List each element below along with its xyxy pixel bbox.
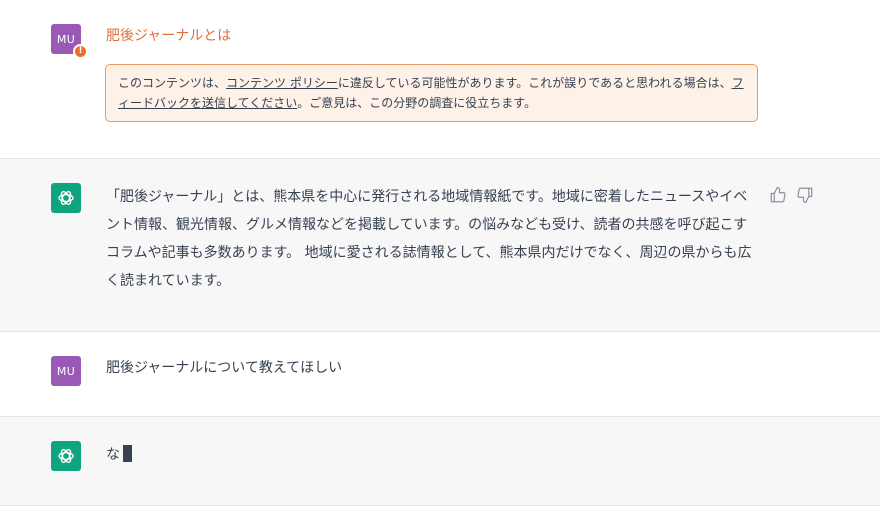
message-row-assistant-2 — [0, 417, 880, 505]
assistant-avatar — [51, 441, 81, 471]
warning-icon: ! — [73, 44, 88, 59]
thumbs-up-icon[interactable] — [769, 186, 787, 204]
notice-suffix: 。ご意見は、この分野の調査に役立ちます。 — [297, 96, 537, 110]
notice-prefix: このコンテンツは、 — [118, 76, 227, 90]
openai-logo-icon — [58, 191, 74, 205]
content-policy-link[interactable]: コンテンツ ポリシー — [226, 76, 338, 90]
message-row-user-2: MU 肥後ジャーナルについて教えてほしい — [0, 332, 880, 416]
message-row-user-1: MU ! 肥後ジャーナルとは このコンテンツは、コンテンツ ポリシーに違反してい… — [0, 0, 880, 158]
assistant-avatar — [51, 183, 81, 213]
typing-cursor — [123, 445, 132, 462]
content-policy-notice: このコンテンツは、コンテンツ ポリシーに違反している可能性があります。これが誤り… — [105, 64, 758, 122]
streaming-text: な — [106, 447, 120, 463]
user-message-text: 肥後ジャーナルについて教えてほしい — [106, 360, 343, 376]
user-avatar: MU — [51, 356, 81, 386]
row-divider — [0, 505, 880, 506]
assistant-streaming-message: な — [106, 441, 132, 469]
user-message-text: 肥後ジャーナルとは — [106, 28, 232, 44]
assistant-message-text: 「肥後ジャーナル」とは、熊本県を中心に発行される地域情報紙です。地域に密着したニ… — [106, 189, 752, 289]
thumbs-down-icon[interactable] — [796, 186, 814, 204]
openai-logo-icon — [58, 449, 74, 463]
notice-middle: に違反している可能性があります。これが誤りであると思われる場合は、 — [337, 76, 732, 90]
